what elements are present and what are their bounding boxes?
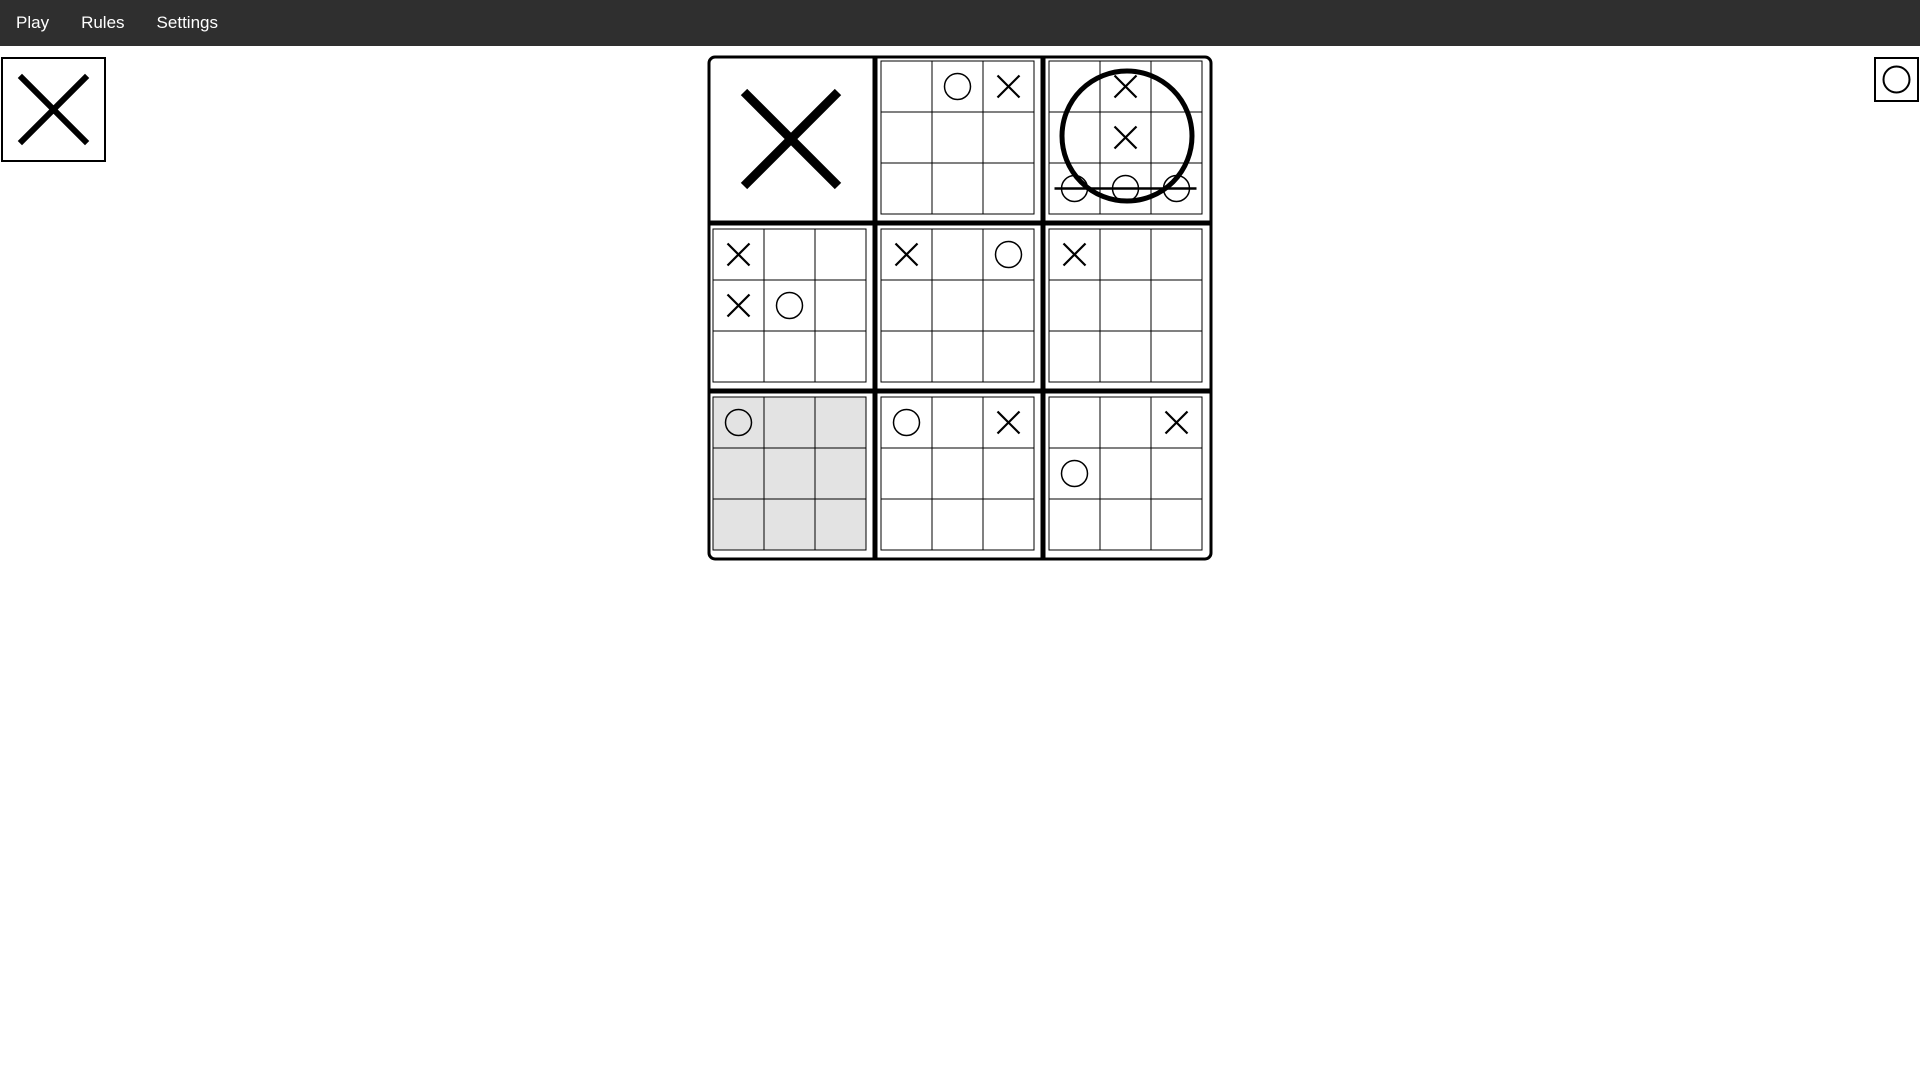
cell-7-8[interactable] xyxy=(763,498,816,551)
cell-4-9[interactable] xyxy=(814,330,867,383)
cell-5-3[interactable] xyxy=(982,228,1035,281)
cell-8-7[interactable] xyxy=(880,498,933,551)
sub-board-3 xyxy=(1048,60,1203,215)
cell-9-1[interactable] xyxy=(1048,396,1101,449)
cell-4-3[interactable] xyxy=(814,228,867,281)
cell-2-1[interactable] xyxy=(880,60,933,113)
sub-board-6 xyxy=(1048,228,1203,383)
cell-5-4[interactable] xyxy=(880,279,933,332)
cell-4-6[interactable] xyxy=(814,279,867,332)
cell-2-7[interactable] xyxy=(880,162,933,215)
cell-8-8[interactable] xyxy=(931,498,984,551)
sub-board-5 xyxy=(880,228,1035,383)
cell-2-4[interactable] xyxy=(880,111,933,164)
cell-4-2[interactable] xyxy=(763,228,816,281)
cell-5-5[interactable] xyxy=(931,279,984,332)
cell-7-2[interactable] xyxy=(763,396,816,449)
cell-9-7[interactable] xyxy=(1048,498,1101,551)
sub-board-8 xyxy=(880,396,1035,551)
cell-6-4[interactable] xyxy=(1048,279,1101,332)
cell-8-6[interactable] xyxy=(982,447,1035,500)
o-mark-icon xyxy=(1882,65,1911,94)
cell-5-2[interactable] xyxy=(931,228,984,281)
cell-6-2[interactable] xyxy=(1099,228,1152,281)
cell-3-4[interactable] xyxy=(1048,111,1101,164)
cell-2-5[interactable] xyxy=(931,111,984,164)
cell-7-5[interactable] xyxy=(763,447,816,500)
cell-2-2[interactable] xyxy=(931,60,984,113)
cell-2-6[interactable] xyxy=(982,111,1035,164)
cell-8-5[interactable] xyxy=(931,447,984,500)
cell-9-6[interactable] xyxy=(1150,447,1203,500)
cell-8-4[interactable] xyxy=(880,447,933,500)
cell-4-5[interactable] xyxy=(763,279,816,332)
ultimate-tic-tac-toe-board xyxy=(707,55,1213,561)
cell-5-7[interactable] xyxy=(880,330,933,383)
cell-2-9[interactable] xyxy=(982,162,1035,215)
sub-board-2 xyxy=(880,60,1035,215)
cell-9-9[interactable] xyxy=(1150,498,1203,551)
cell-6-8[interactable] xyxy=(1099,330,1152,383)
cell-7-6[interactable] xyxy=(814,447,867,500)
cell-4-7[interactable] xyxy=(712,330,765,383)
cell-3-1[interactable] xyxy=(1048,60,1101,113)
cell-9-5[interactable] xyxy=(1099,447,1152,500)
player-x-indicator xyxy=(1,57,106,162)
cell-5-8[interactable] xyxy=(931,330,984,383)
player-o-indicator xyxy=(1874,57,1919,102)
nav-rules[interactable]: Rules xyxy=(81,13,124,33)
cell-3-3[interactable] xyxy=(1150,60,1203,113)
sub-board-9 xyxy=(1048,396,1203,551)
cell-5-9[interactable] xyxy=(982,330,1035,383)
cell-7-7[interactable] xyxy=(712,498,765,551)
cell-8-1[interactable] xyxy=(880,396,933,449)
cell-7-1[interactable] xyxy=(712,396,765,449)
nav-settings[interactable]: Settings xyxy=(157,13,218,33)
cell-6-5[interactable] xyxy=(1099,279,1152,332)
cell-5-6[interactable] xyxy=(982,279,1035,332)
cell-8-9[interactable] xyxy=(982,498,1035,551)
cell-6-6[interactable] xyxy=(1150,279,1203,332)
cell-9-4[interactable] xyxy=(1048,447,1101,500)
cell-9-2[interactable] xyxy=(1099,396,1152,449)
cell-7-3[interactable] xyxy=(814,396,867,449)
cell-6-3[interactable] xyxy=(1150,228,1203,281)
nav-play[interactable]: Play xyxy=(16,13,49,33)
cell-4-8[interactable] xyxy=(763,330,816,383)
x-mark-icon xyxy=(17,73,90,146)
cell-7-4[interactable] xyxy=(712,447,765,500)
cell-8-2[interactable] xyxy=(931,396,984,449)
cell-9-8[interactable] xyxy=(1099,498,1152,551)
cell-6-9[interactable] xyxy=(1150,330,1203,383)
cell-2-8[interactable] xyxy=(931,162,984,215)
cell-6-7[interactable] xyxy=(1048,330,1101,383)
sub-board-4 xyxy=(712,228,867,383)
sub-board-7 xyxy=(712,396,867,551)
top-nav-bar: Play Rules Settings xyxy=(0,0,1920,46)
cell-7-9[interactable] xyxy=(814,498,867,551)
